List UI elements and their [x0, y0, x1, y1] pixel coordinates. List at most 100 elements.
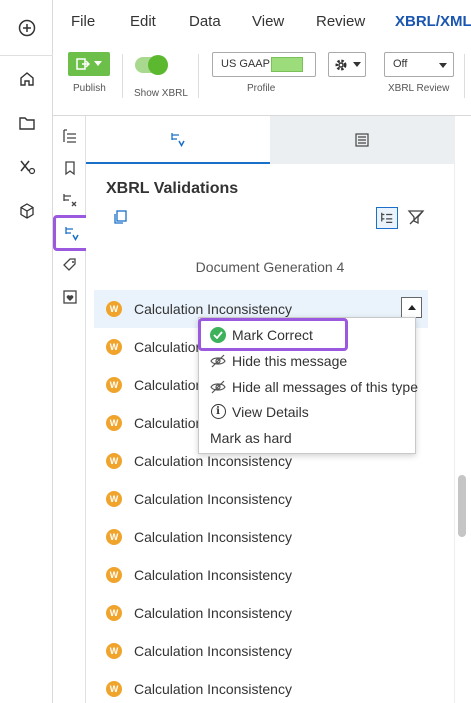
validation-text: Calculation Inconsistency — [134, 605, 292, 621]
toolbar-divider — [198, 54, 199, 98]
xbrl-review-value: Off — [393, 58, 408, 70]
document-group-title: Document Generation 4 — [195, 259, 345, 275]
menu-bar: File Edit Data View Review XBRL/XML — [53, 0, 471, 44]
menu-review[interactable]: Review — [316, 13, 365, 30]
validation-text: Calculation — [134, 339, 204, 355]
hide-message-item[interactable]: Hide this message — [199, 348, 417, 373]
mark-hard-label: Mark as hard — [210, 429, 292, 446]
hide-all-label: Hide all messages of this type — [232, 378, 418, 395]
menu-data[interactable]: Data — [189, 13, 221, 30]
validation-text: Calculation Inconsistency — [134, 529, 292, 545]
validation-text: Calculation Inconsistency — [134, 491, 292, 507]
warning-badge-icon: W — [106, 301, 122, 317]
warning-badge-icon: W — [106, 529, 122, 545]
folder-icon[interactable] — [14, 110, 40, 136]
profile-label: Profile — [247, 83, 276, 94]
scrollbar-thumb[interactable] — [458, 475, 466, 537]
menu-edit[interactable]: Edit — [130, 13, 156, 30]
menu-file[interactable]: File — [71, 13, 95, 30]
formula-icon[interactable] — [14, 154, 40, 180]
panel-title: XBRL Validations — [106, 180, 239, 197]
details-tab-icon — [355, 133, 369, 147]
warning-badge-icon: W — [106, 415, 122, 431]
warning-badge-icon: W — [106, 339, 122, 355]
validations-x-icon[interactable] — [58, 188, 82, 212]
tab-validations[interactable] — [86, 116, 270, 164]
menu-view[interactable]: View — [252, 13, 284, 30]
settings-button[interactable] — [328, 52, 366, 77]
tab-details[interactable] — [270, 116, 454, 164]
outline-icon[interactable] — [58, 124, 82, 148]
chevron-up-icon — [407, 305, 416, 310]
validation-row[interactable]: W Calculation Inconsistency — [86, 670, 438, 703]
warning-badge-icon: W — [106, 681, 122, 697]
warning-badge-icon: W — [106, 605, 122, 621]
hide-all-item[interactable]: Hide all messages of this type — [199, 374, 418, 399]
home-icon[interactable] — [14, 66, 40, 92]
bookmark-icon[interactable] — [58, 156, 82, 180]
group-by-button[interactable] — [376, 207, 398, 229]
left-rail — [0, 0, 53, 703]
add-icon[interactable] — [14, 15, 40, 41]
health-icon[interactable] — [58, 285, 82, 309]
validation-row[interactable]: W Calculation Inconsistency — [86, 480, 438, 518]
panel-icon-column — [53, 116, 91, 703]
mark-correct-label: Mark Correct — [232, 326, 313, 343]
validation-row[interactable]: W Calculation Inconsistency — [86, 632, 438, 670]
panel-scrollbar[interactable] — [454, 116, 471, 703]
info-icon: i — [210, 404, 226, 420]
validation-row[interactable]: W Calculation Inconsistency — [86, 518, 438, 556]
validation-text: Calculation Inconsistency — [134, 453, 292, 469]
check-circle-icon — [210, 326, 226, 343]
view-details-label: View Details — [232, 403, 309, 420]
tags-icon[interactable] — [58, 253, 82, 277]
chevron-down-icon — [353, 61, 361, 67]
panel-tabs — [86, 116, 454, 164]
list-tree-icon — [381, 212, 393, 223]
warning-badge-icon: W — [106, 491, 122, 507]
gear-icon — [335, 59, 347, 70]
hide-message-label: Hide this message — [232, 352, 348, 369]
toolbar: Publish Show XBRL US GAAP Profile Off XB… — [53, 44, 471, 116]
toggle-knob — [148, 55, 168, 75]
validation-text: Calculation Inconsistency — [134, 643, 292, 659]
view-details-item[interactable]: i View Details — [199, 399, 417, 424]
chevron-down-icon — [94, 61, 102, 66]
row-menu-toggle[interactable] — [401, 297, 422, 318]
warning-badge-icon: W — [106, 453, 122, 469]
publish-icon — [76, 58, 90, 70]
publish-label: Publish — [73, 83, 106, 94]
rail-divider — [0, 55, 53, 56]
toolbar-divider — [122, 54, 123, 98]
validation-text: Calculation Inconsistency — [134, 681, 292, 697]
show-xbrl-label: Show XBRL — [134, 88, 188, 99]
warning-badge-icon: W — [106, 643, 122, 659]
xbrl-review-label: XBRL Review — [388, 83, 450, 94]
validation-text: Calculation Inconsistency — [134, 301, 292, 317]
toolbar-divider — [464, 54, 465, 98]
eye-slash-icon — [210, 353, 226, 369]
eye-slash-icon — [210, 379, 226, 395]
cube-icon[interactable] — [14, 198, 40, 224]
validations-tab-icon — [171, 133, 185, 147]
profile-color-swatch — [271, 57, 303, 72]
validation-context-menu: Mark Correct Hide this message Hide all … — [198, 317, 418, 454]
validation-text: Calculation Inconsistency — [134, 567, 292, 583]
clear-filter-icon[interactable] — [407, 208, 425, 231]
profile-select[interactable]: US GAAP — [212, 52, 316, 77]
validation-text: Calculation — [134, 377, 204, 393]
validation-text: Calculation — [134, 415, 204, 431]
validation-row[interactable]: W Calculation Inconsistency — [86, 594, 438, 632]
mark-correct-item[interactable]: Mark Correct — [198, 318, 348, 351]
chevron-down-icon — [439, 63, 447, 68]
copy-icon[interactable] — [112, 209, 128, 230]
xbrl-review-select[interactable]: Off — [384, 52, 454, 77]
publish-button[interactable] — [68, 52, 110, 76]
profile-value: US GAAP — [221, 58, 270, 70]
mark-hard-item[interactable]: Mark as hard — [199, 425, 417, 450]
warning-badge-icon: W — [106, 567, 122, 583]
menu-xbrl-xml[interactable]: XBRL/XML — [395, 13, 471, 30]
warning-badge-icon: W — [106, 377, 122, 393]
validation-row[interactable]: W Calculation Inconsistency — [86, 556, 438, 594]
show-xbrl-toggle[interactable] — [135, 55, 168, 75]
